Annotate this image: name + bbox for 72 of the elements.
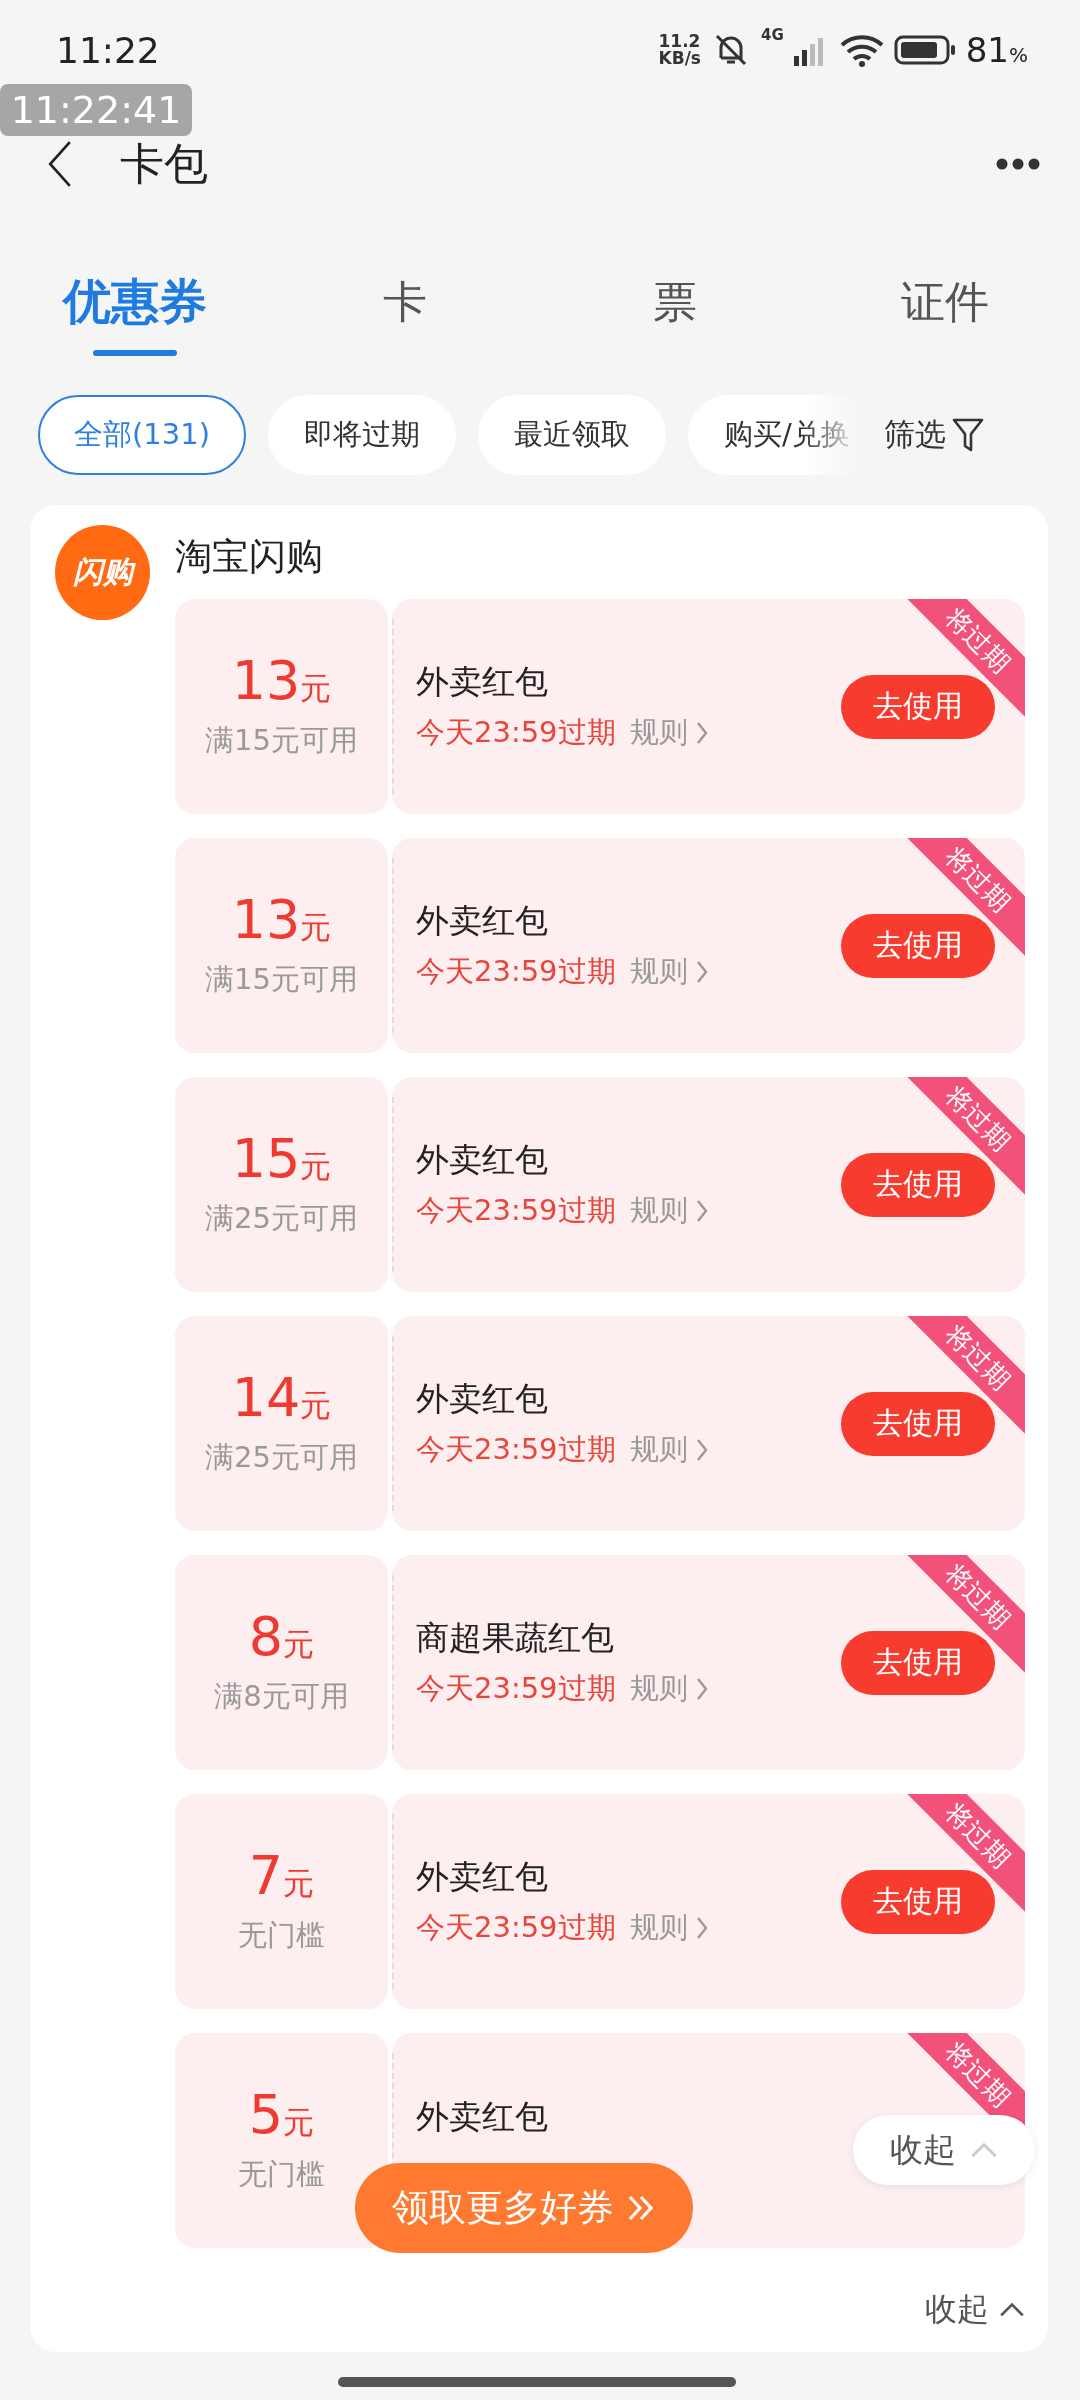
double-chevron-icon [626,2193,656,2223]
network-type: 4G [760,26,784,44]
coupon-expiry: 今天23:59过期 [416,1670,616,1707]
coupon-title: 外卖红包 [416,1856,549,1898]
tab[interactable]: 卡 [270,248,540,378]
use-button[interactable]: 去使用 [841,913,995,978]
chevron-up-icon [970,2141,998,2159]
use-button[interactable]: 去使用 [841,1152,995,1217]
merchant-name: 淘宝闪购 [175,534,324,580]
filter-chip[interactable]: 最近领取 [478,395,666,475]
network-speed: 11.2 KB/s [658,33,701,67]
coupon-expiry: 今天23:59过期 [416,953,616,990]
tab[interactable]: 票 [540,248,810,378]
coupon-amount: 13元 [231,891,332,953]
rules-link[interactable]: 规则 [629,1669,708,1709]
chevron-right-icon [695,1677,708,1701]
chevron-right-icon [695,1199,708,1223]
coupon-expiry: 今天23:59过期 [416,1431,616,1468]
chevron-right-icon [695,1438,708,1462]
filter-chip[interactable]: 全部(131) [38,395,246,475]
coupon-title: 外卖红包 [416,1139,549,1181]
filter-icon [952,417,984,453]
recording-timestamp: 11:22:41 [0,84,192,136]
status-time: 11:22 [56,29,160,71]
collapse-button[interactable]: 收起 [925,2288,1025,2332]
coupon-condition: 满25元可用 [205,1200,358,1237]
use-button[interactable]: 去使用 [841,1391,995,1456]
tab[interactable]: 优惠券 [0,248,270,378]
chevron-right-icon [695,960,708,984]
coupon-amount: 8元 [248,1608,315,1670]
coupon-amount: 5元 [248,2086,315,2148]
floating-collapse-button[interactable]: 收起 [853,2115,1035,2185]
coupon-title: 外卖红包 [416,661,549,703]
coupon-condition: 无门槛 [238,1917,325,1954]
filter-button[interactable]: 筛选 [884,414,984,456]
chevron-right-icon [695,721,708,745]
coupon-condition: 满25元可用 [205,1439,358,1476]
coupon-amount: 7元 [248,1847,315,1909]
coupon-expiry: 今天23:59过期 [416,1192,616,1229]
coupon-condition: 满15元可用 [205,961,358,998]
coupon-expiry: 今天23:59过期 [416,714,616,751]
merchant-logo: 闪购 [55,525,150,620]
filter-chip[interactable]: 即将过期 [268,395,456,475]
coupon-title: 外卖红包 [416,2096,548,2138]
coupon-condition: 满8元可用 [214,1678,349,1715]
battery-level: 81% [965,30,1028,70]
coupon-title: 外卖红包 [416,900,549,942]
coupon-amount: 13元 [231,652,332,714]
rules-link[interactable]: 规则 [629,713,708,753]
coupon-amount: 14元 [231,1369,332,1431]
more-coupons-button[interactable]: 领取更多好券 [355,2163,693,2253]
chevron-right-icon [695,1916,708,1940]
coupon-title: 商超果蔬红包 [416,1617,615,1659]
rules-link[interactable]: 规则 [629,952,708,992]
wifi-icon [839,33,884,67]
coupon-title: 外卖红包 [416,1378,549,1420]
coupon-condition: 满15元可用 [205,722,358,759]
coupon-amount: 15元 [231,1130,332,1192]
battery-icon [893,35,956,65]
rules-link[interactable]: 规则 [629,1191,708,1231]
page-title: 卡包 [120,136,208,191]
back-icon [48,140,72,188]
rules-link[interactable]: 规则 [629,1908,708,1948]
use-button[interactable]: 去使用 [841,1869,995,1934]
use-button[interactable]: 去使用 [841,1630,995,1695]
rules-link[interactable]: 规则 [629,1430,708,1470]
tab[interactable]: 证件 [810,248,1080,378]
use-button[interactable]: 去使用 [841,674,995,739]
coupon-expiry: 今天23:59过期 [416,1909,616,1946]
coupon-condition: 无门槛 [238,2156,325,2193]
more-icon[interactable] [996,158,1040,170]
chevron-up-icon [999,2302,1025,2318]
